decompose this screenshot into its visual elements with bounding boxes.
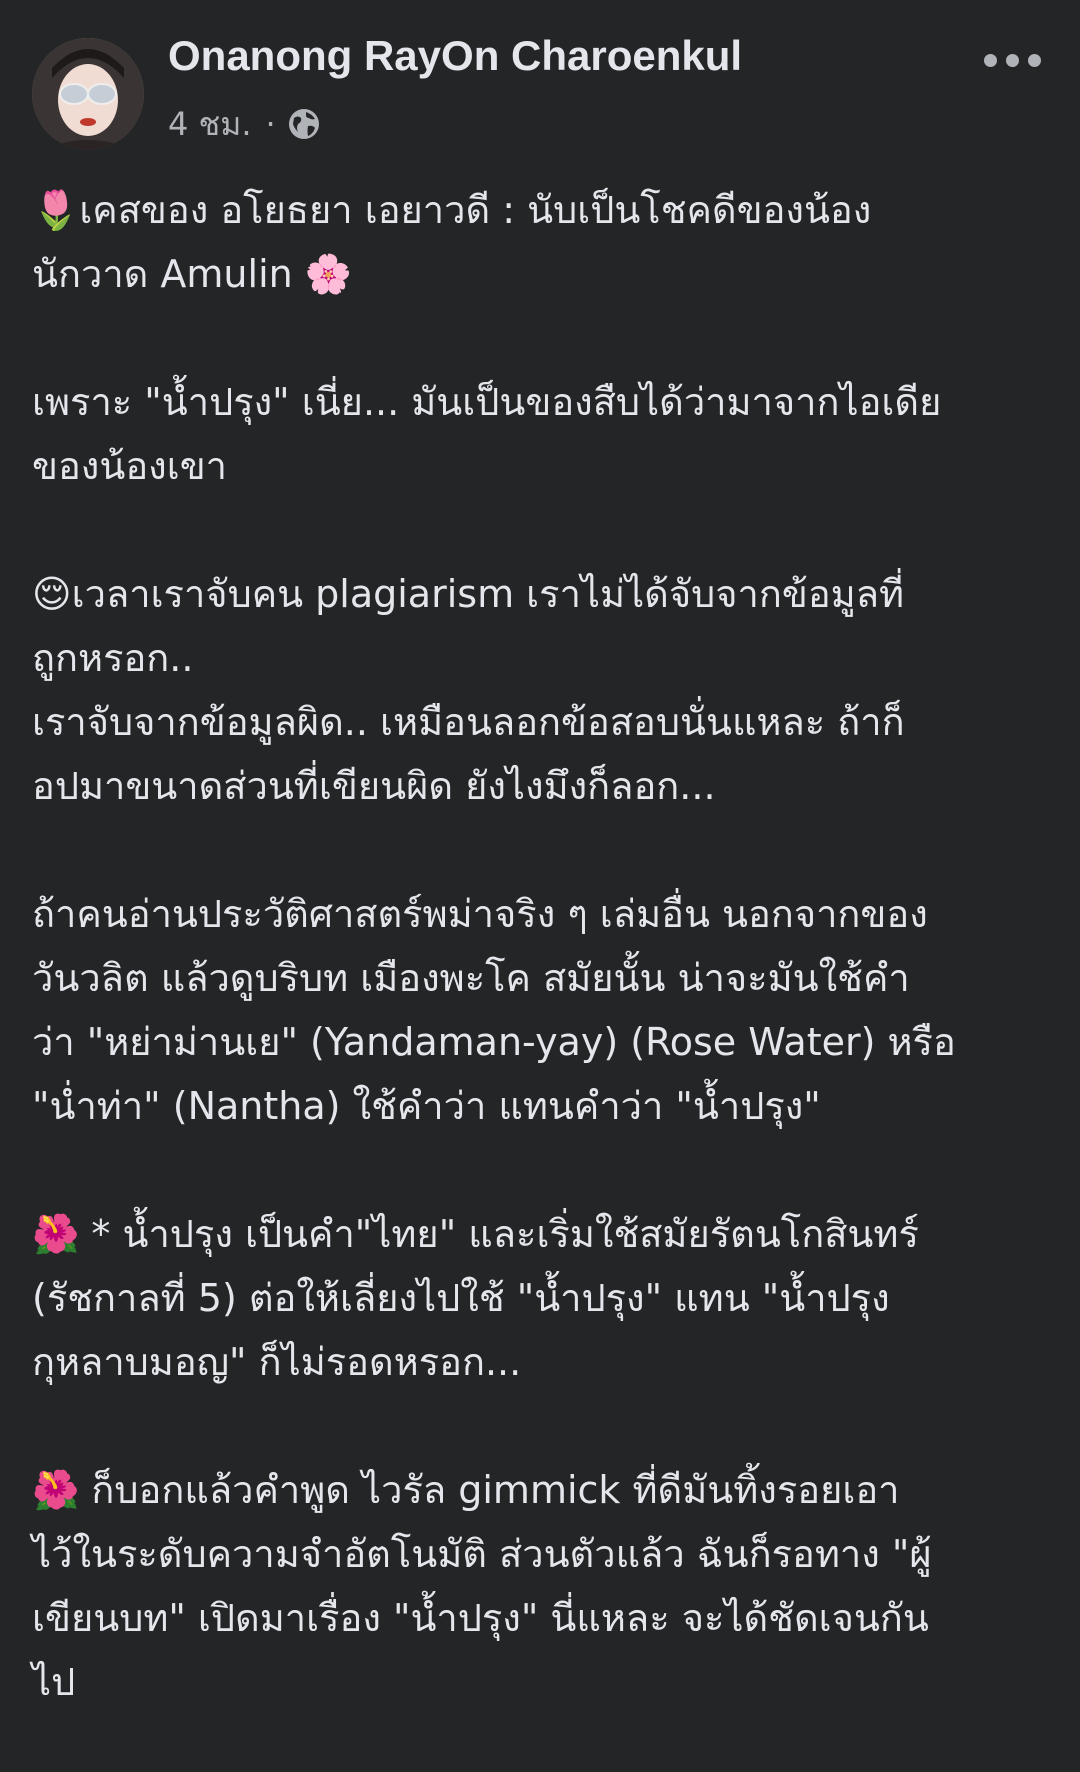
post-paragraph: 🌺 ก็บอกแล้วคำพูด ไวรัล gimmick ที่ดีมันท… [32, 1458, 1052, 1714]
post-text-line: 🌷เคสของ อโยธยา เอยาวดี : นับเป็นโชคดีของ… [32, 188, 872, 232]
post-paragraph: 🌺 * น้ำปรุง เป็นคำ"ไทย" และเริ่มใช้สมัยร… [32, 1202, 1052, 1394]
more-options-icon [983, 53, 997, 67]
post-text-line: เราจับจากข้อมูลผิด.. เหมือนลอกข้อสอบนั่น… [32, 700, 905, 744]
post-text-line: ไป [32, 1660, 76, 1704]
post-text-line: 😌เวลาเราจับคน plagiarism เราไม่ได้จับจาก… [32, 572, 905, 616]
post-text-line: 🌺 * น้ำปรุง เป็นคำ"ไทย" และเริ่มใช้สมัยร… [32, 1212, 919, 1256]
post-text-line: อปมาขนาดส่วนที่เขียนผิด ยังไงมึงก็ลอก... [32, 764, 716, 808]
avatar[interactable] [32, 38, 144, 150]
post-paragraph: 🌷เคสของ อโยธยา เอยาวดี : นับเป็นโชคดีของ… [32, 178, 1052, 306]
post-text-line: วันวลิต แล้วดูบริบท เมืองพะโค สมัยนั้น น… [32, 956, 910, 1000]
post-meta: 4 ชม. · [168, 102, 322, 146]
post-text-line: ของน้องเขา [32, 444, 228, 488]
post-text-line: ว่า "หย่าม่านเย" (Yandaman-yay) (Rose Wa… [32, 1020, 956, 1064]
post-header: Onanong RayOn Charoenkul 4 ชม. · [0, 0, 1080, 160]
more-options-icon-dot [1027, 53, 1041, 67]
post-text-line: เขียนบท" เปิดมาเรื่อง "น้ำปรุง" นี่แหละ … [32, 1596, 929, 1640]
avatar-image [32, 38, 144, 150]
post-text-line: ไว้ในระดับความจำอัตโนมัติ ส่วนตัวแล้ว ฉั… [32, 1532, 932, 1576]
author-name[interactable]: Onanong RayOn Charoenkul [168, 32, 742, 80]
facebook-post: Onanong RayOn Charoenkul 4 ชม. · 🌷เคสของ… [0, 0, 1080, 1772]
more-options-icon-dot [1005, 53, 1019, 67]
post-text-line: นักวาด Amulin 🌸 [32, 252, 353, 296]
post-text-line: 🌺 ก็บอกแล้วคำพูด ไวรัล gimmick ที่ดีมันท… [32, 1468, 900, 1512]
more-options-button[interactable] [972, 40, 1052, 80]
post-timestamp[interactable]: 4 ชม. [168, 99, 252, 150]
post-text-line: "น่ำท่า" (Nantha) ใช้คำว่า แทนคำว่า "น้ำ… [32, 1084, 821, 1128]
post-text-line: ถูกหรอก.. [32, 636, 194, 680]
post-text-line: เพราะ "น้ำปรุง" เนี่ย... มันเป็นของสืบได… [32, 380, 942, 424]
post-text-line: ถ้าคนอ่านประวัติศาสตร์พม่าจริง ๆ เล่มอื่… [32, 892, 928, 936]
post-paragraph: ถ้าคนอ่านประวัติศาสตร์พม่าจริง ๆ เล่มอื่… [32, 882, 1052, 1138]
globe-icon[interactable] [286, 106, 322, 142]
post-paragraph: 😌เวลาเราจับคน plagiarism เราไม่ได้จับจาก… [32, 562, 1052, 818]
post-text-line: (รัชกาลที่ 5) ต่อให้เลี่ยงไปใช้ "น้ำปรุง… [32, 1276, 890, 1320]
post-paragraph: เพราะ "น้ำปรุง" เนี่ย... มันเป็นของสืบได… [32, 370, 1052, 498]
post-body: 🌷เคสของ อโยธยา เอยาวดี : นับเป็นโชคดีของ… [32, 178, 1052, 1714]
meta-separator: · [265, 105, 276, 143]
post-text-line: กุหลาบมอญ" ก็ไม่รอดหรอก... [32, 1340, 522, 1384]
